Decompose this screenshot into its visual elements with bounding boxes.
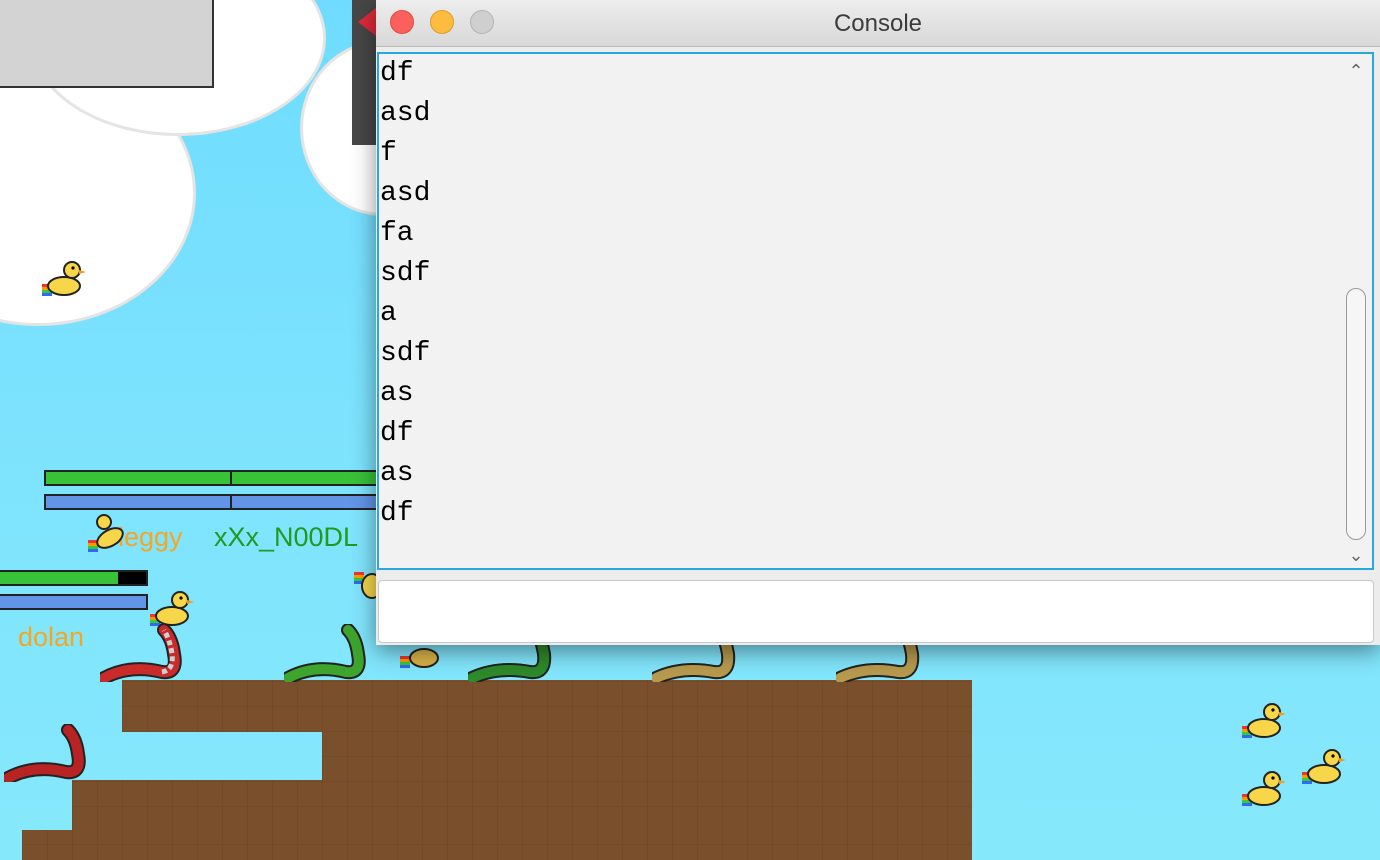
rubber-duck-icon [1242, 771, 1286, 806]
chevron-down-icon[interactable]: ⌄ [1342, 542, 1370, 568]
snake-character-icon [4, 724, 86, 782]
console-line: f [380, 138, 397, 169]
console-line: a [380, 298, 397, 329]
console-line: df [380, 58, 414, 89]
player-name-dolan: dolan [18, 622, 85, 652]
window-titlebar[interactable]: Console [376, 0, 1380, 47]
console-line: as [380, 378, 414, 409]
rubber-duck-icon [150, 591, 194, 626]
red-arrow-icon [358, 8, 376, 36]
output-lines-list: df asd f asd fa sdf a sdf as df as df [380, 54, 430, 534]
rubber-duck-icon [354, 572, 378, 599]
player-name-noodl: xXx_N00DL [214, 522, 359, 552]
console-line: sdf [380, 258, 431, 289]
chevron-up-icon[interactable]: ⌃ [1342, 58, 1370, 84]
console-line: asd [380, 178, 431, 209]
mana-bar [0, 594, 148, 610]
dirt-platform [72, 780, 972, 832]
rubber-duck-icon [1302, 749, 1346, 784]
dirt-platform [122, 680, 972, 732]
hud-panel [0, 0, 214, 88]
dirt-platform [322, 730, 972, 782]
health-bar [44, 470, 384, 486]
vertical-scrollbar[interactable]: ⌃ ⌄ [1342, 54, 1370, 568]
snake-character-icon [100, 624, 182, 682]
rubber-duck-icon [1242, 703, 1286, 738]
rubber-duck-icon [88, 514, 124, 552]
rubber-duck-icon [42, 261, 86, 296]
dirt-platform [22, 830, 972, 860]
console-line: df [380, 498, 414, 529]
console-line: fa [380, 218, 414, 249]
console-line: as [380, 458, 414, 489]
scrollbar-thumb[interactable] [1346, 288, 1366, 540]
console-window: Console df asd f asd fa sdf a sdf as df as df ⌃ ⌄ [376, 0, 1380, 645]
snake-character-icon [284, 624, 366, 682]
console-line: df [380, 418, 414, 449]
console-output[interactable]: df asd f asd fa sdf a sdf as df as df ⌃ ⌄ [377, 52, 1374, 570]
mana-bar [44, 494, 384, 510]
health-bar [0, 570, 148, 586]
console-line: asd [380, 98, 431, 129]
console-line: sdf [380, 338, 431, 369]
command-input[interactable] [378, 580, 1374, 643]
window-title: Console [833, 10, 923, 37]
